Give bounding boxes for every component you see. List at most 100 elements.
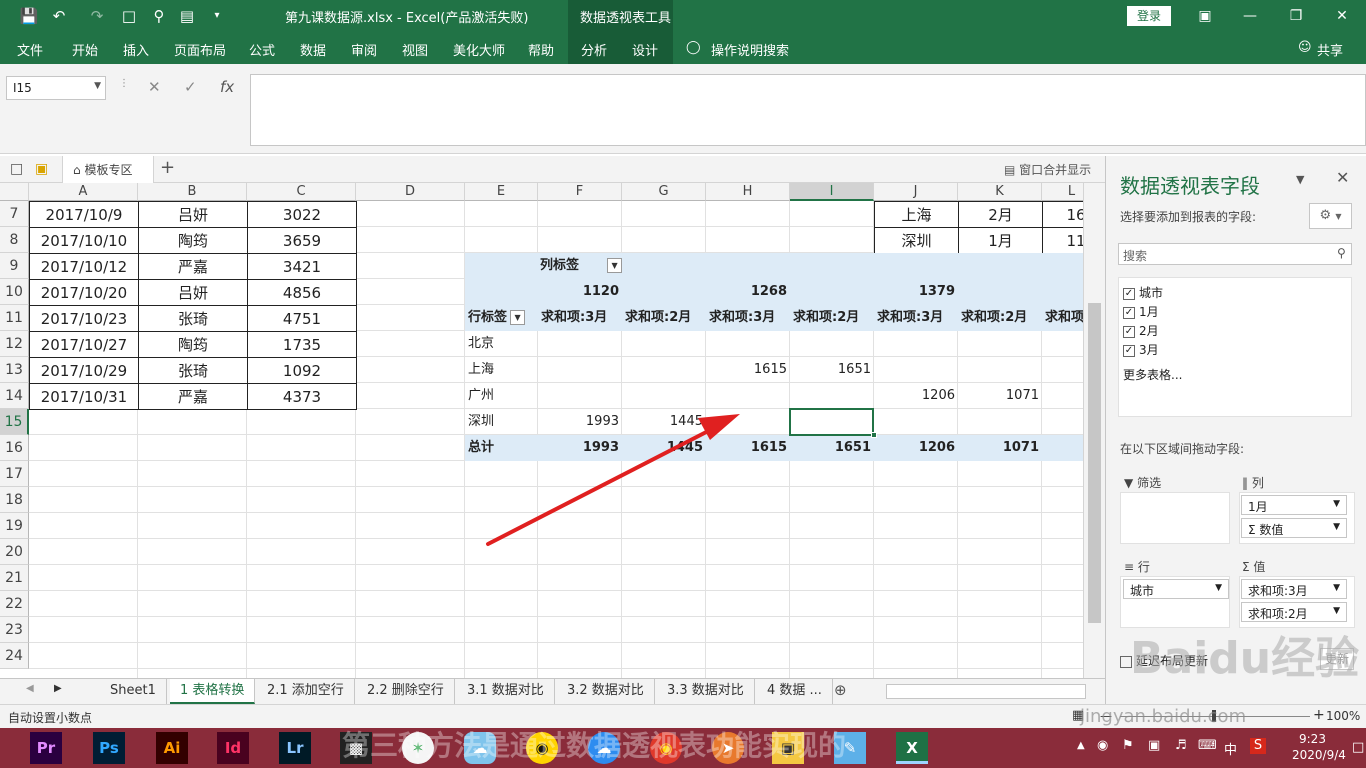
chevron-down-icon[interactable]: ▼ <box>1333 606 1340 616</box>
row-header-17[interactable]: 17 <box>0 461 29 487</box>
chevron-down-icon[interactable]: ▼ <box>1333 583 1340 593</box>
table-cell[interactable]: 1735 <box>247 331 357 358</box>
pivot-value-header[interactable]: 求和项:3月 <box>541 305 625 331</box>
pivot-value-cell[interactable]: 1615 <box>706 357 787 383</box>
table-cell[interactable]: 2017/10/29 <box>29 357 139 384</box>
table-cell[interactable]: 4373 <box>247 383 357 410</box>
table-cell[interactable]: 4856 <box>247 279 357 306</box>
table-cell[interactable]: 吕妍 <box>138 201 248 228</box>
row-header-11[interactable]: 11 <box>0 305 29 331</box>
ribbon-display-icon[interactable]: ▣ <box>1185 4 1225 28</box>
pivot-value-cell[interactable]: 1993 <box>538 409 619 435</box>
volume-icon[interactable]: ♬ <box>1175 738 1187 753</box>
row-header-10[interactable]: 10 <box>0 279 29 305</box>
tab-data[interactable]: 数据 <box>300 40 326 59</box>
network-icon[interactable]: ▣ <box>1148 738 1160 753</box>
sheet-tab[interactable]: 1 表格转换 <box>170 679 256 704</box>
pivot-value-cell[interactable] <box>706 331 787 357</box>
add-tab-icon[interactable]: + <box>160 157 175 178</box>
field-search-input[interactable]: 搜索 <box>1118 243 1352 265</box>
tab-formulas[interactable]: 公式 <box>249 40 275 59</box>
table-cell[interactable]: 吕妍 <box>138 279 248 306</box>
pivot-value-cell[interactable] <box>790 331 871 357</box>
sheet-tab[interactable]: 4 数据 ... <box>757 679 833 704</box>
table-cell[interactable]: 2017/10/9 <box>29 201 139 228</box>
add-sheet-icon[interactable]: ⊕ <box>834 681 847 699</box>
pivot-value-header[interactable]: 求和项:3月 <box>877 305 961 331</box>
tab-design[interactable]: 设计 <box>632 40 658 59</box>
lightroom-icon[interactable]: Lr <box>279 732 311 764</box>
table-cell[interactable]: 2月 <box>958 201 1043 228</box>
column-header-l[interactable]: L <box>1042 183 1083 201</box>
row-header-13[interactable]: 13 <box>0 357 29 383</box>
panel-close-icon[interactable]: ✕ <box>1336 168 1349 187</box>
pivot-value-cell[interactable] <box>538 383 619 409</box>
columns-item-jan[interactable]: 1月 ▼ <box>1241 495 1347 515</box>
table-cell[interactable]: 张琦 <box>138 357 248 384</box>
pivot-value-cell[interactable]: 1651 <box>790 357 871 383</box>
next-sheet-icon[interactable]: ▶ <box>54 683 62 694</box>
customize-toolbar-icon[interactable]: ▾ <box>206 6 228 26</box>
pivot-row-label[interactable]: 上海 <box>468 357 494 383</box>
table-cell[interactable]: 3022 <box>247 201 357 228</box>
table-cell[interactable]: 2017/10/20 <box>29 279 139 306</box>
tab-file[interactable]: 文件 <box>17 40 43 59</box>
ime-indicator[interactable]: 中 <box>1224 739 1237 758</box>
pivot-value-cell[interactable] <box>538 331 619 357</box>
pivot-value-cell[interactable] <box>622 331 703 357</box>
columns-item-values[interactable]: Σ 数值 ▼ <box>1241 518 1347 538</box>
pivot-value-cell[interactable] <box>874 331 955 357</box>
sheet-tab[interactable]: 3.1 数据对比 <box>457 679 555 704</box>
minimize-icon[interactable]: — <box>1230 4 1270 28</box>
pivot-column-labels[interactable]: 列标签 ▼ <box>540 253 623 279</box>
save-icon[interactable]: 💾 <box>18 6 40 26</box>
row-header-18[interactable]: 18 <box>0 487 29 513</box>
spreadsheet-grid[interactable]: A B C D E F G H I J K L 7 8 9 10 11 12 13 14 15 16 17 18 19 20 21 2… <box>0 183 1083 678</box>
row-header-12[interactable]: 12 <box>0 331 29 357</box>
scroll-thumb[interactable] <box>1088 303 1101 623</box>
pivot-value-header[interactable]: 求和项:2月 <box>961 305 1045 331</box>
table-cell[interactable]: 深圳 <box>874 227 959 254</box>
confirm-icon[interactable]: ✓ <box>184 78 197 96</box>
checkbox-icon[interactable]: ✓ <box>1123 306 1135 319</box>
name-box[interactable]: I15 ▼ <box>6 76 106 100</box>
values-item-mar[interactable]: 求和项:3月 ▼ <box>1241 579 1347 599</box>
pivot-value-header[interactable]: 求和项:2月 <box>625 305 709 331</box>
row-header-20[interactable]: 20 <box>0 539 29 565</box>
pivot-column-group[interactable]: 1268 <box>706 279 790 305</box>
cancel-icon[interactable]: ✕ <box>148 78 161 96</box>
values-item-feb[interactable]: 求和项:2月 ▼ <box>1241 602 1347 622</box>
pivot-value-cell[interactable] <box>622 357 703 383</box>
tab-home[interactable]: 开始 <box>72 40 98 59</box>
horizontal-scrollbar[interactable] <box>886 684 1086 699</box>
close-icon[interactable]: ✕ <box>1322 4 1362 28</box>
tab-view[interactable]: 视图 <box>402 40 428 59</box>
table-cell[interactable]: 2017/10/10 <box>29 227 139 254</box>
column-header-g[interactable]: G <box>622 183 706 201</box>
rows-item-city[interactable]: 城市 ▼ <box>1123 579 1229 599</box>
table-cell[interactable]: 16 <box>1042 201 1083 228</box>
chevron-down-icon[interactable]: ▼ <box>94 81 101 91</box>
table-cell[interactable]: 2017/10/27 <box>29 331 139 358</box>
gear-icon[interactable]: ⚙ ▼ <box>1309 203 1352 229</box>
tab-review[interactable]: 审阅 <box>351 40 377 59</box>
table-cell[interactable]: 2017/10/12 <box>29 253 139 280</box>
pivot-value-cell[interactable] <box>874 357 955 383</box>
table-cell[interactable]: 11 <box>1042 227 1083 254</box>
sheet-tab[interactable]: 3.3 数据对比 <box>657 679 755 704</box>
premiere-icon[interactable]: Pr <box>30 732 62 764</box>
column-header-b[interactable]: B <box>138 183 247 201</box>
prev-sheet-icon[interactable]: ◀ <box>26 683 34 694</box>
column-header-c[interactable]: C <box>247 183 356 201</box>
sheet-tab[interactable]: 2.1 添加空行 <box>257 679 355 704</box>
checkbox-icon[interactable]: ✓ <box>1123 325 1135 338</box>
pivot-value-cell[interactable] <box>958 357 1039 383</box>
pivot-value-header[interactable]: 求和项:2月 <box>793 305 877 331</box>
row-header-8[interactable]: 8 <box>0 227 29 253</box>
tray-expand-icon[interactable]: ▲ <box>1077 740 1085 751</box>
pivot-total-cell[interactable]: 1071 <box>958 435 1039 461</box>
fill-handle[interactable] <box>871 432 877 438</box>
login-button[interactable]: 登录 <box>1127 6 1171 26</box>
chevron-down-icon[interactable]: ▼ <box>1333 499 1340 509</box>
column-header-i[interactable]: I <box>790 183 874 201</box>
